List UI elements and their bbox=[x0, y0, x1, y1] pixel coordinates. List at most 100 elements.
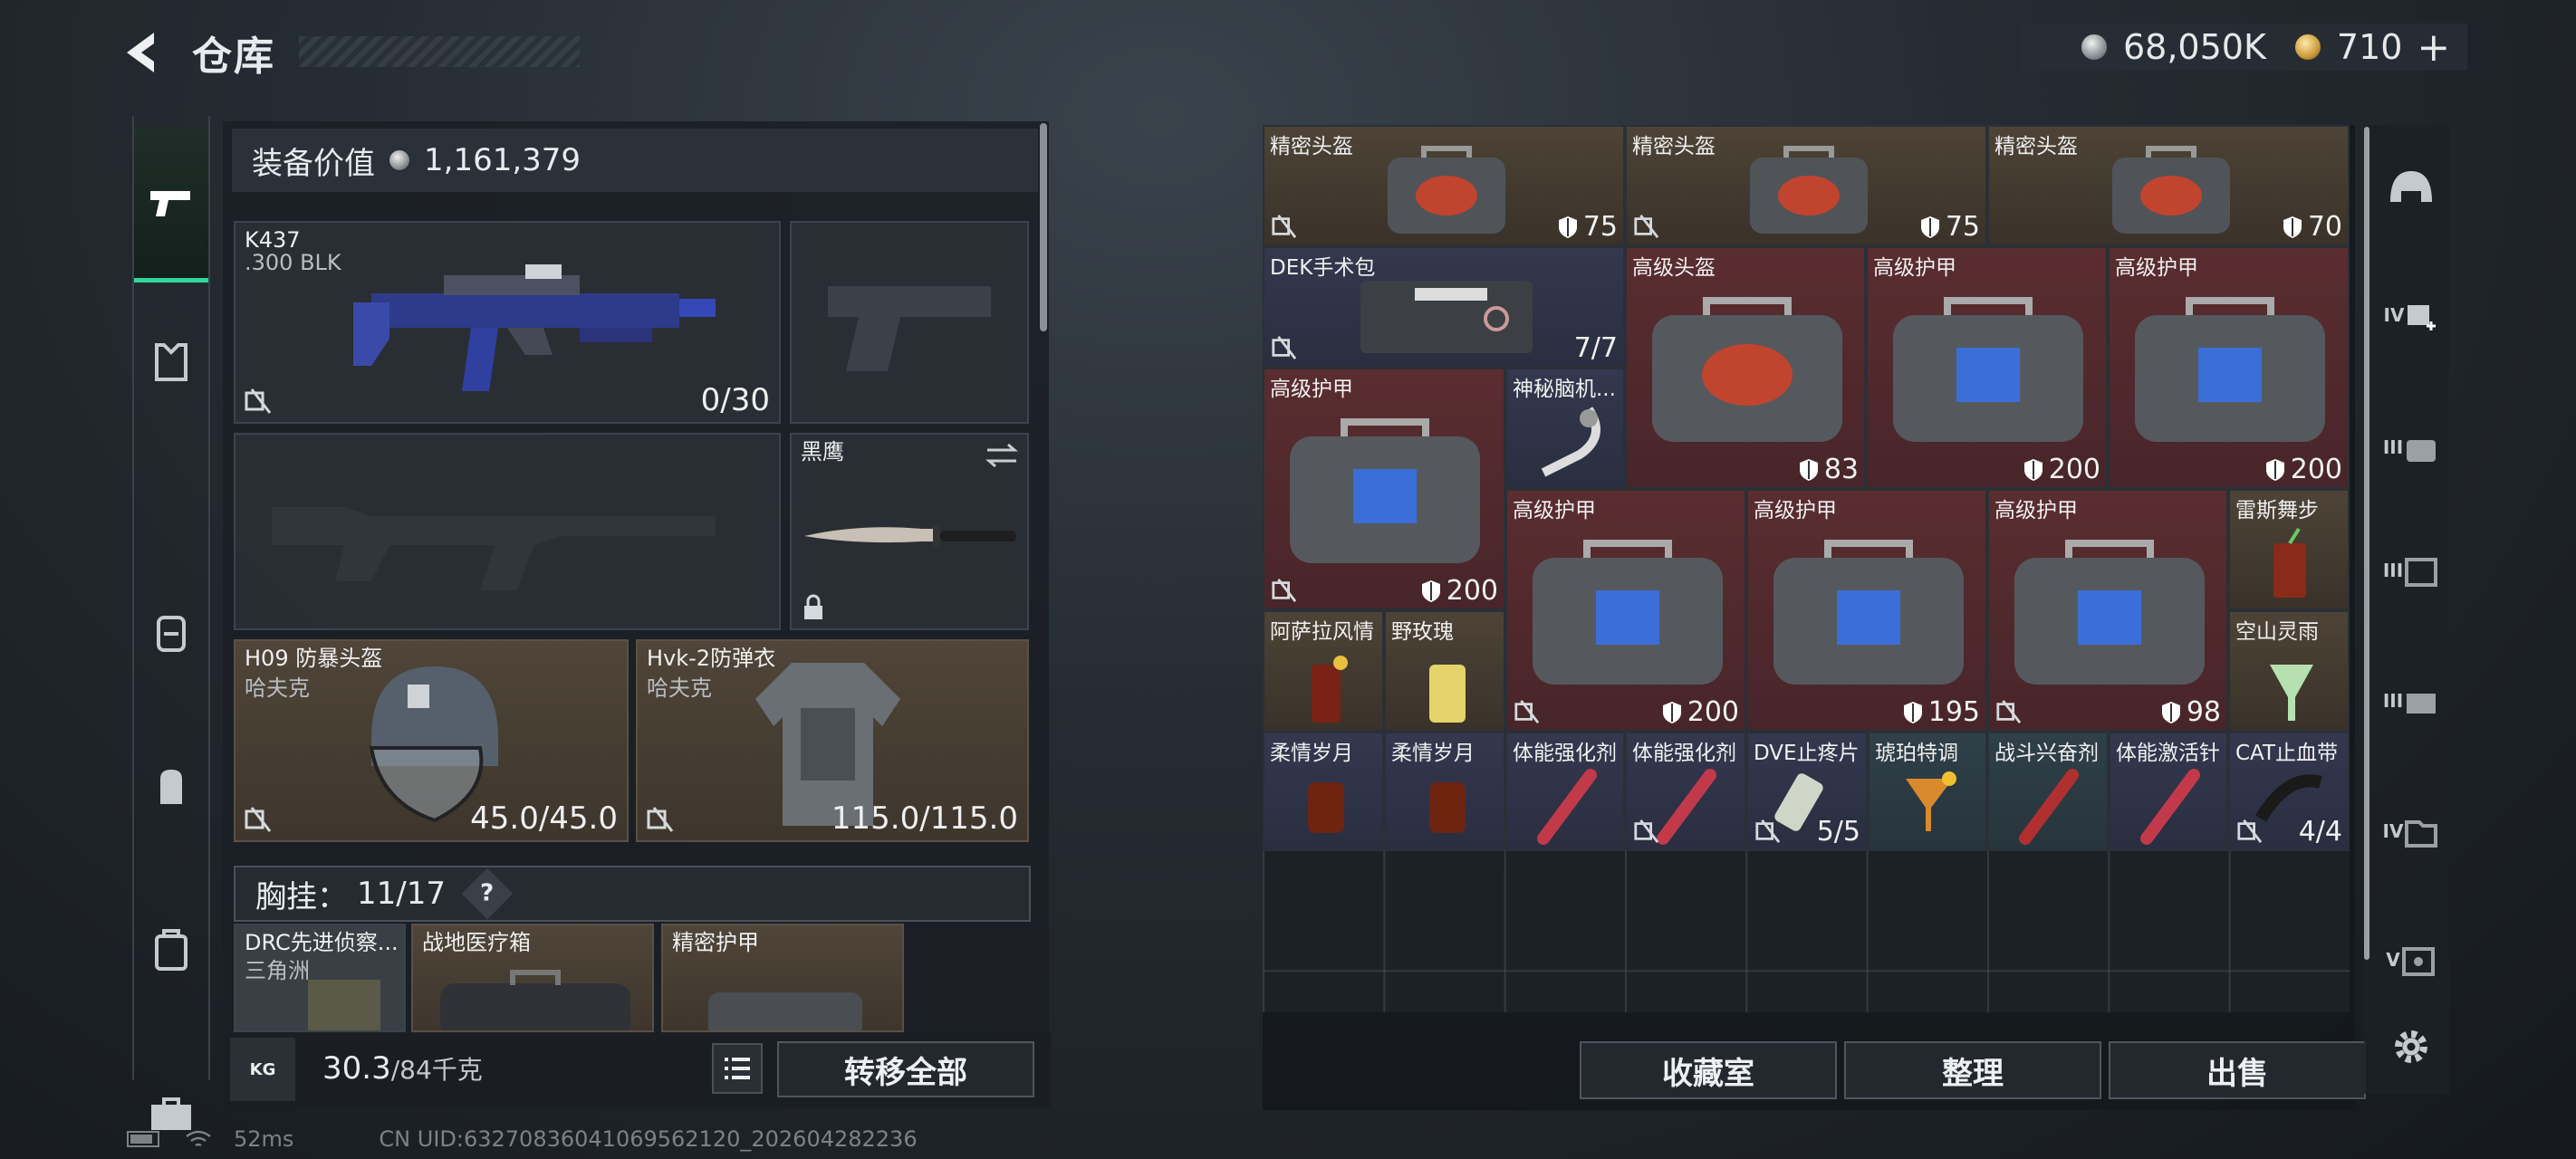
rail-tier-3-b[interactable]: III bbox=[2380, 540, 2442, 601]
item-name: 神秘脑机... bbox=[1513, 378, 1616, 401]
item-name: 高级护甲 bbox=[1994, 499, 2078, 522]
chest-rig-label: 胸挂： bbox=[255, 878, 348, 915]
loadout-scrollbar[interactable] bbox=[1040, 123, 1047, 331]
list-icon bbox=[725, 1058, 750, 1079]
item-durability: 200 bbox=[2290, 454, 2342, 485]
stash-item[interactable]: 精密头盔 70 bbox=[1987, 125, 2350, 246]
tab-backpack[interactable] bbox=[134, 750, 208, 826]
tier-label: III bbox=[2382, 560, 2404, 581]
item-name: 野玫瑰 bbox=[1391, 620, 1454, 644]
sell-button[interactable]: 出售 bbox=[2109, 1041, 2366, 1099]
silver-coin-icon bbox=[388, 148, 411, 172]
unlocked-icon bbox=[1996, 700, 2022, 723]
item-name: 精密头盔 bbox=[1270, 135, 1353, 158]
rail-all-items[interactable] bbox=[2380, 161, 2442, 223]
list-view-button[interactable] bbox=[712, 1043, 763, 1094]
tab-container[interactable] bbox=[134, 913, 208, 989]
durability-shield-icon bbox=[2283, 216, 2302, 238]
armor-bag-image bbox=[1893, 297, 2083, 442]
body-armor-slot[interactable]: Hvk-2防弹衣 哈夫克 115.0/115.0 bbox=[636, 639, 1029, 842]
item-name: 柔情岁月 bbox=[1270, 742, 1353, 765]
collection-room-button[interactable]: 收藏室 bbox=[1580, 1041, 1837, 1099]
stash-item[interactable]: 柔情岁月 bbox=[1384, 732, 1505, 851]
pistol-slot-empty[interactable] bbox=[790, 221, 1029, 424]
rail-tier-4[interactable]: IV bbox=[2380, 800, 2442, 862]
unlocked-icon bbox=[1272, 336, 1297, 359]
secondary-weapon-slot-empty[interactable] bbox=[234, 433, 781, 630]
syringe-image bbox=[2019, 769, 2079, 845]
safe-icon bbox=[2401, 947, 2435, 976]
stash-item[interactable]: 神秘脑机... bbox=[1505, 368, 1625, 489]
stash-item[interactable]: DEK手术包 7/7 bbox=[1263, 246, 1625, 368]
stash-item[interactable]: 高级护甲 98 bbox=[1987, 489, 2228, 732]
stash-item[interactable]: DVE止疼片 5/5 bbox=[1746, 732, 1868, 851]
chest-rig-count: 11/17 bbox=[357, 876, 446, 912]
stash-item[interactable]: 高级头盔 83 bbox=[1625, 246, 1866, 489]
surgical-kit-image bbox=[1360, 281, 1533, 353]
back-arrow-icon[interactable] bbox=[118, 27, 168, 78]
stash-item[interactable]: 高级护甲 195 bbox=[1746, 489, 1987, 732]
chest-item-slot[interactable]: 精密护甲 bbox=[661, 924, 904, 1032]
helmet-slot[interactable]: H09 防暴头盔 哈夫克 45.0/45.0 bbox=[234, 639, 629, 842]
item-uses: 5/5 bbox=[1816, 816, 1860, 848]
rail-tier-3[interactable]: III bbox=[2380, 417, 2442, 478]
item-durability: 83 bbox=[1823, 454, 1859, 485]
durability-shield-icon bbox=[1920, 216, 1939, 238]
stash-item[interactable]: 雷斯舞步 bbox=[2228, 489, 2350, 610]
chest-item-slot[interactable]: DRC先进侦察... 三角洲 bbox=[234, 924, 406, 1032]
primary-weapon-slot[interactable]: K437 .300 BLK 0/30 bbox=[234, 221, 781, 424]
stash-item[interactable]: 高级护甲 200 bbox=[1866, 246, 2108, 489]
durability-shield-icon bbox=[1421, 580, 1440, 602]
stash-item[interactable]: CAT止血带 4/4 bbox=[2228, 732, 2350, 851]
tier-label: III bbox=[2382, 436, 2404, 458]
gold-coin-icon bbox=[2292, 33, 2322, 62]
stash-item[interactable]: 高级护甲 200 bbox=[2108, 246, 2350, 489]
tab-armor[interactable] bbox=[134, 324, 208, 400]
tab-chest-rig[interactable] bbox=[134, 596, 208, 672]
syringe-image bbox=[2140, 769, 2200, 845]
helmet-bag-image bbox=[1388, 146, 1505, 234]
rail-tier-4-plus[interactable]: IV bbox=[2380, 284, 2442, 346]
header-hatch-decoration bbox=[299, 36, 580, 67]
durability-shield-icon bbox=[1558, 216, 1577, 238]
stash-item[interactable]: 琥珀特调 bbox=[1868, 732, 1987, 851]
page-title: 仓库 bbox=[192, 34, 275, 80]
settings-gear-icon[interactable] bbox=[2388, 1023, 2435, 1070]
rail-tier-3-c[interactable]: III bbox=[2380, 670, 2442, 732]
transfer-all-button[interactable]: 转移全部 bbox=[777, 1041, 1034, 1097]
battery-icon bbox=[127, 1131, 159, 1147]
stash-item[interactable]: 体能激活针 bbox=[2109, 732, 2228, 851]
chest-item-slot[interactable]: 战地医疗箱 bbox=[411, 924, 654, 1032]
unlocked-icon bbox=[1272, 579, 1297, 602]
stash-item[interactable]: 阿萨拉风情 bbox=[1263, 610, 1384, 732]
stash-item[interactable]: 体能强化剂 bbox=[1625, 732, 1746, 851]
stash-item[interactable]: 精密头盔 75 bbox=[1263, 125, 1625, 246]
backpack-icon bbox=[160, 770, 182, 804]
swap-icon[interactable] bbox=[985, 442, 1018, 469]
sort-button[interactable]: 整理 bbox=[1844, 1041, 2101, 1099]
stash-item[interactable]: 柔情岁月 bbox=[1263, 732, 1384, 851]
equipment-value-bar: 装备价值 1,161,379 bbox=[232, 129, 1038, 192]
rail-tier-5[interactable]: V bbox=[2380, 929, 2442, 991]
stash-item[interactable]: 精密头盔 75 bbox=[1625, 125, 1987, 246]
knife-image bbox=[804, 525, 1016, 547]
chest-item-name: 战地医疗箱 bbox=[422, 930, 531, 955]
stash-scrollbar[interactable] bbox=[2364, 127, 2369, 960]
stash-item[interactable]: 空山灵雨 bbox=[2228, 610, 2350, 732]
stash-item[interactable]: 高级护甲 200 bbox=[1263, 368, 1505, 610]
item-durability: 200 bbox=[1446, 575, 1498, 607]
stash-item[interactable]: 战斗兴奋剂 bbox=[1987, 732, 2109, 851]
durability-shield-icon bbox=[1799, 458, 1818, 481]
stash-item[interactable]: 高级护甲 200 bbox=[1505, 489, 1746, 732]
help-button[interactable]: ? bbox=[461, 867, 514, 920]
helmet-bag-image bbox=[1652, 297, 1842, 442]
stash-item[interactable]: 野玫瑰 bbox=[1384, 610, 1505, 732]
melee-slot[interactable]: 黑鹰 bbox=[790, 433, 1029, 630]
status-bar: 52ms CN UID:63270836041069562120_2026042… bbox=[127, 1126, 918, 1152]
add-currency-button[interactable]: + bbox=[2417, 24, 2450, 71]
stash-item[interactable]: 体能强化剂 bbox=[1505, 732, 1625, 851]
armor-bag-image bbox=[1773, 540, 1964, 685]
helmet-brand: 哈夫克 bbox=[245, 675, 310, 701]
helmet-durability: 45.0/45.0 bbox=[470, 800, 618, 837]
tab-weapons[interactable] bbox=[134, 127, 208, 283]
